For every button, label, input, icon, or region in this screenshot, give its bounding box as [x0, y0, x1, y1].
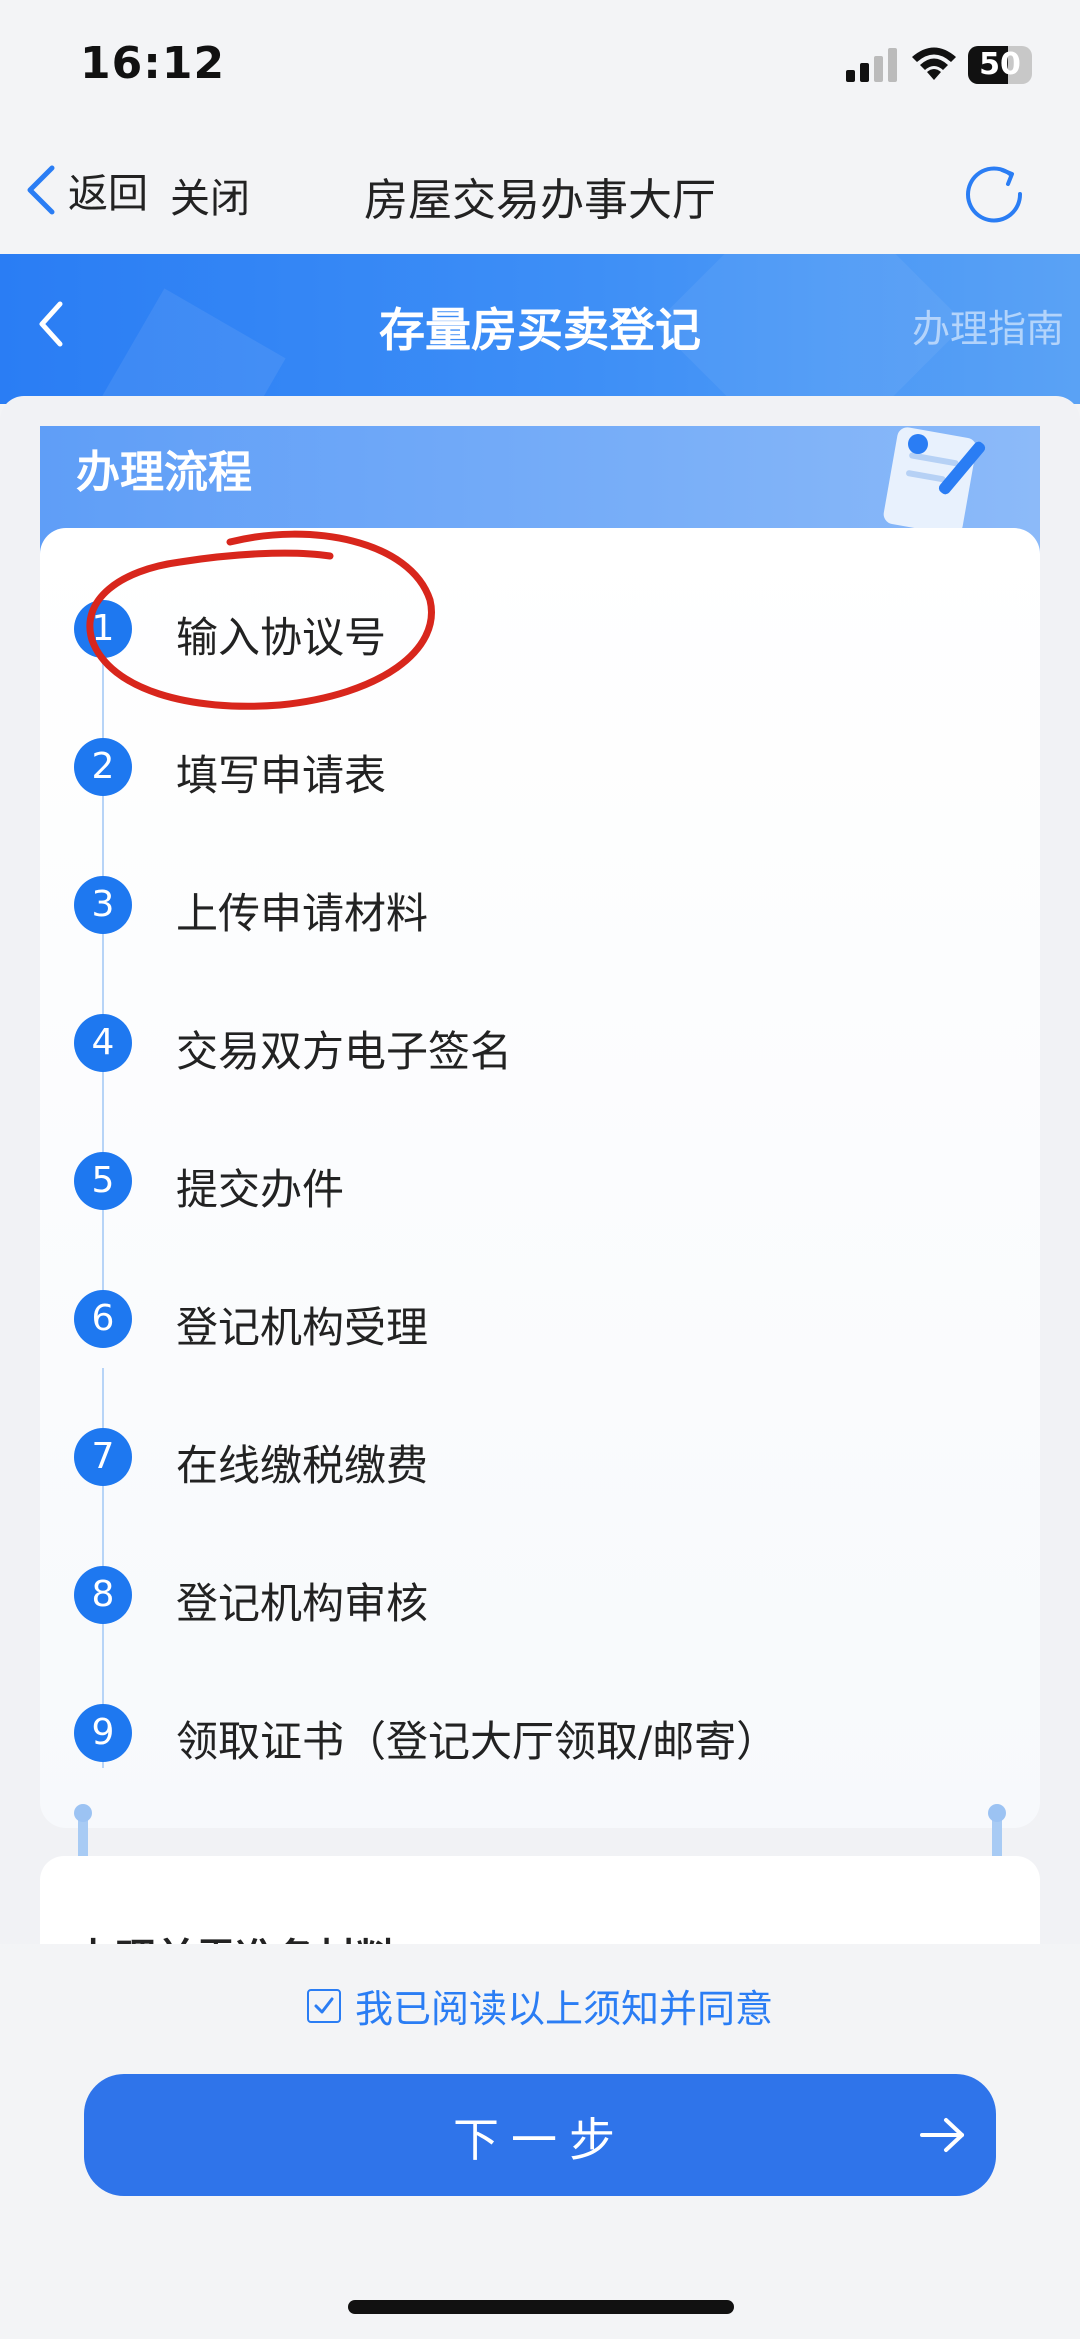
- step-number: 6: [74, 1290, 132, 1348]
- next-step-button[interactable]: 下一步: [84, 2074, 996, 2196]
- step-label: 登记机构审核: [176, 1579, 429, 1628]
- step-number: 4: [74, 1014, 132, 1072]
- nav-bar: 返回 关闭 房屋交易办事大厅: [0, 130, 1080, 254]
- arrow-right-icon: [920, 2118, 964, 2152]
- step-number: 2: [74, 738, 132, 796]
- step-label: 在线缴税缴费: [176, 1441, 429, 1490]
- process-step: 3 上传申请材料: [74, 876, 1004, 946]
- home-indicator: [348, 2300, 734, 2314]
- step-label: 输入协议号: [176, 613, 387, 662]
- nav-title: 房屋交易办事大厅: [364, 175, 716, 226]
- process-step: 5 提交办件: [74, 1152, 1004, 1222]
- step-number: 3: [74, 876, 132, 934]
- status-bar: 16:12 50: [0, 0, 1080, 130]
- process-title: 办理流程: [76, 447, 252, 498]
- guide-link[interactable]: 办理指南: [912, 298, 1064, 353]
- step-number: 1: [74, 600, 132, 658]
- step-number: 5: [74, 1152, 132, 1210]
- battery-icon: 50: [968, 46, 1032, 84]
- next-step-label: 下一步: [453, 2113, 627, 2167]
- status-time: 16:12: [80, 38, 226, 89]
- wifi-icon: [912, 47, 956, 80]
- agree-row[interactable]: 我已阅读以上须知并同意: [0, 1978, 1080, 2033]
- clipboard-illustration: [883, 427, 986, 530]
- process-step: 4 交易双方电子签名: [74, 1014, 1004, 1084]
- page-header: 存量房买卖登记 办理指南: [0, 254, 1080, 404]
- materials-title: 办理前需准备材料：: [76, 1926, 436, 1946]
- footer: 我已阅读以上须知并同意 下一步: [0, 1944, 1080, 2244]
- step-number: 8: [74, 1566, 132, 1624]
- step-label: 提交办件: [176, 1165, 345, 1214]
- checkbox-icon[interactable]: [306, 1988, 341, 2023]
- step-label: 领取证书（登记大厅领取/邮寄）: [176, 1717, 779, 1766]
- step-label: 登记机构受理: [176, 1303, 429, 1352]
- step-number: 7: [74, 1428, 132, 1486]
- process-step: 9 领取证书（登记大厅领取/邮寄）: [74, 1704, 1004, 1774]
- step-number: 9: [74, 1704, 132, 1762]
- refresh-icon[interactable]: [962, 160, 1026, 224]
- process-step: 6 登记机构受理: [74, 1290, 1004, 1360]
- process-step: 8 登记机构审核: [74, 1566, 1004, 1636]
- steps-card: 1 输入协议号 2 填写申请表 3 上传申请材料 4 交易双方电子签名 5 提交…: [40, 528, 1040, 1828]
- step-label: 交易双方电子签名: [176, 1027, 513, 1076]
- agree-text: 我已阅读以上须知并同意: [354, 1987, 773, 2031]
- step-label: 上传申请材料: [176, 889, 429, 938]
- process-step: 1 输入协议号: [74, 600, 1004, 670]
- process-step: 2 填写申请表: [74, 738, 1004, 808]
- battery-level: 50: [979, 47, 1021, 82]
- process-step: 7 在线缴税缴费: [74, 1428, 1004, 1498]
- step-label: 填写申请表: [176, 751, 387, 800]
- cellular-signal-icon: [846, 48, 897, 82]
- materials-card: 办理前需准备材料：: [40, 1856, 1040, 1946]
